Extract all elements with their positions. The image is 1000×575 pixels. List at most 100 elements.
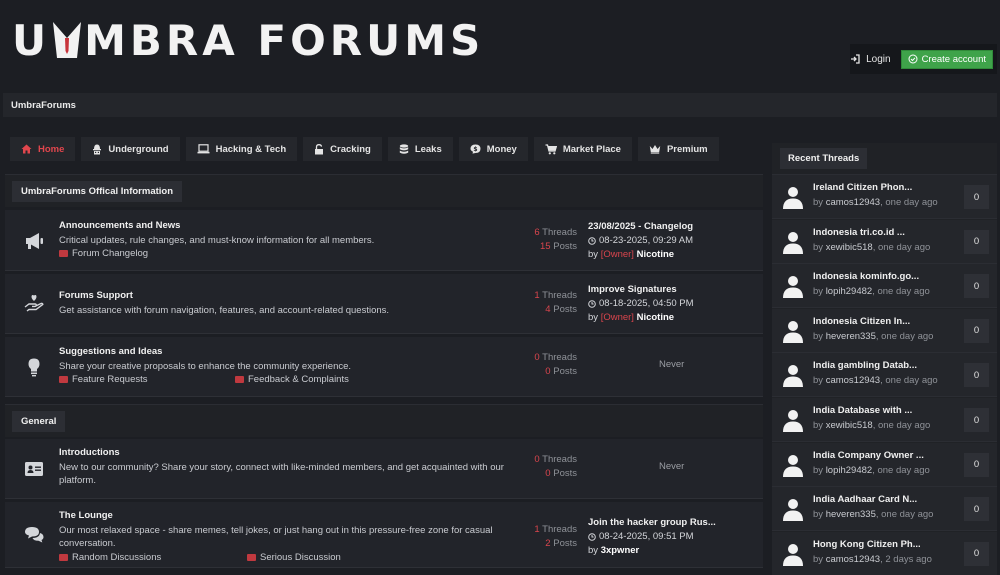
recent-thread-item[interactable]: India Company Owner ... by lopih29482, on… [772, 442, 997, 487]
recent-thread-title[interactable]: Indonesia Citizen In... [813, 316, 910, 327]
forum-description: Critical updates, rule changes, and must… [59, 235, 375, 246]
forum-row-support[interactable]: Forums Support Get assistance with forum… [5, 274, 763, 334]
forum-title[interactable]: The Lounge [59, 510, 113, 521]
recent-thread-title[interactable]: Hong Kong Citizen Ph... [813, 539, 921, 550]
nav-hacking-tech[interactable]: Hacking & Tech [185, 137, 298, 161]
last-post: Improve Signatures 08-18-2025, 04:50 PM … [588, 284, 694, 323]
recent-thread-author[interactable]: camos12943 [826, 554, 880, 565]
subforum-link[interactable]: Feature Requests [59, 374, 148, 385]
username-link[interactable]: Nicotine [637, 312, 674, 323]
nav-leaks[interactable]: Leaks [387, 137, 453, 161]
recent-thread-author[interactable]: lopih29482 [826, 465, 873, 476]
subforum-label: Forum Changelog [72, 248, 149, 259]
home-icon [21, 144, 32, 154]
recent-thread-item[interactable]: Indonesia Citizen In... by heveren335, on… [772, 308, 997, 353]
last-post-date: 08-24-2025, 09:51 PM [588, 531, 716, 542]
recent-thread-author[interactable]: heveren335 [826, 331, 876, 342]
nav-market-place[interactable]: Market Place [533, 137, 632, 161]
subforum-link[interactable]: Serious Discussion [247, 552, 341, 563]
by-label: by [813, 464, 824, 476]
subforum-link[interactable]: Feedback & Complaints [235, 374, 349, 385]
forum-row-announcements[interactable]: Announcements and News Critical updates,… [5, 210, 763, 271]
recent-thread-item[interactable]: Indonesia tri.co.id ... by xewibic518, on… [772, 219, 997, 264]
recent-thread-title[interactable]: Indonesia tri.co.id ... [813, 227, 905, 238]
last-post-title[interactable]: 23/08/2025 - Changelog [588, 221, 693, 232]
forum-title[interactable]: Suggestions and Ideas [59, 346, 162, 357]
category-title[interactable]: UmbraForums Offical Information [12, 180, 183, 202]
recent-thread-item[interactable]: Ireland Citizen Phon... by camos12943, on… [772, 175, 997, 219]
post-count-value: 0 [545, 366, 551, 377]
post-count-label: Posts [553, 304, 577, 315]
chat-bubbles-icon [25, 527, 44, 543]
user-avatar-icon [782, 497, 804, 522]
forum-row-introductions[interactable]: Introductions New to our community? Shar… [5, 439, 763, 499]
forum-title[interactable]: Introductions [59, 447, 120, 458]
by-label: by [588, 249, 599, 260]
recent-thread-meta: by camos12943, 2 days ago [813, 554, 932, 565]
forum-description: Get assistance with forum navigation, fe… [59, 305, 390, 316]
last-post-date: 08-23-2025, 09:29 AM [588, 235, 693, 246]
login-button[interactable]: Login [846, 54, 894, 65]
forum-row-lounge[interactable]: The Lounge Our most relaxed space - shar… [5, 502, 763, 568]
thread-count-value: 1 [534, 290, 540, 301]
post-count-value: 0 [545, 468, 551, 479]
folder-icon [59, 250, 68, 257]
last-post-date-text: 08-23-2025, 09:29 AM [599, 235, 694, 246]
cart-icon [545, 143, 557, 154]
recent-thread-item[interactable]: India Aadhaar Card N... by heveren335, on… [772, 487, 997, 532]
recent-thread-title[interactable]: Ireland Citizen Phon... [813, 182, 912, 193]
recent-thread-title[interactable]: India Company Owner ... [813, 450, 924, 461]
by-label: by [813, 375, 824, 387]
recent-thread-item[interactable]: Indonesia kominfo.go... by lopih29482, on… [772, 264, 997, 309]
auth-panel: Login Create account [850, 44, 997, 74]
nav-label: Home [38, 143, 65, 155]
category-title[interactable]: General [12, 410, 66, 432]
recent-thread-item[interactable]: Hong Kong Citizen Ph... by camos12943, 2 … [772, 531, 997, 575]
create-account-button[interactable]: Create account [900, 49, 993, 69]
subforum-link[interactable]: Random Discussions [59, 552, 161, 563]
reply-count-badge: 0 [964, 497, 989, 522]
id-card-icon [25, 462, 43, 476]
recent-thread-author[interactable]: xewibic518 [826, 420, 873, 431]
post-count-label: Posts [553, 241, 577, 252]
last-post-title[interactable]: Join the hacker group Rus... [588, 517, 716, 528]
recent-thread-author[interactable]: lopih29482 [826, 286, 873, 297]
recent-thread-author[interactable]: camos12943 [826, 375, 880, 386]
thread-count: 6 Threads [517, 227, 577, 238]
subforum-link[interactable]: Forum Changelog [59, 248, 148, 259]
recent-thread-title[interactable]: Indonesia kominfo.go... [813, 271, 919, 282]
page: U MBRA FORUMS Login Create account UmbraF… [0, 0, 1000, 575]
recent-thread-item[interactable]: India gambling Datab... by camos12943, on… [772, 353, 997, 398]
last-post-date-text: 08-18-2025, 04:50 PM [599, 298, 694, 309]
nav-cracking[interactable]: Cracking [303, 137, 382, 161]
username-link[interactable]: 3xpwner [601, 545, 640, 556]
nav-underground[interactable]: Underground [81, 137, 180, 161]
thread-count-value: 6 [534, 227, 540, 238]
clock-icon [588, 532, 596, 541]
forum-row-suggestions[interactable]: Suggestions and Ideas Share your creativ… [5, 337, 763, 397]
recent-thread-title[interactable]: India gambling Datab... [813, 360, 917, 371]
recent-thread-title[interactable]: India Aadhaar Card N... [813, 494, 917, 505]
username-link[interactable]: Nicotine [637, 249, 674, 260]
recent-thread-item[interactable]: India Database with ... by xewibic518, on… [772, 398, 997, 442]
recent-thread-author[interactable]: heveren335 [826, 509, 876, 520]
category-header: UmbraForums Offical Information [5, 174, 763, 207]
folder-icon [235, 376, 244, 383]
recent-threads-panel: Recent Threads Ireland Citizen Phon... by… [772, 143, 997, 575]
thread-count-label: Threads [542, 352, 577, 363]
post-count: 15 Posts [517, 241, 577, 252]
post-count-value: 4 [545, 304, 551, 315]
hat-icon [93, 144, 102, 154]
recent-thread-title[interactable]: India Database with ... [813, 405, 912, 416]
forum-title[interactable]: Forums Support [59, 290, 133, 301]
recent-thread-meta: by heveren335, one day ago [813, 331, 933, 342]
recent-thread-author[interactable]: xewibic518 [826, 242, 873, 253]
recent-thread-author[interactable]: camos12943 [826, 197, 880, 208]
breadcrumb-home[interactable]: UmbraForums [11, 100, 76, 111]
forum-title[interactable]: Announcements and News [59, 220, 180, 231]
nav-premium[interactable]: Premium [637, 137, 719, 161]
nav-money[interactable]: $ Money [458, 137, 528, 161]
last-post-title[interactable]: Improve Signatures [588, 284, 694, 295]
nav-home[interactable]: Home [10, 137, 76, 161]
site-logo[interactable]: U MBRA FORUMS [12, 18, 484, 69]
